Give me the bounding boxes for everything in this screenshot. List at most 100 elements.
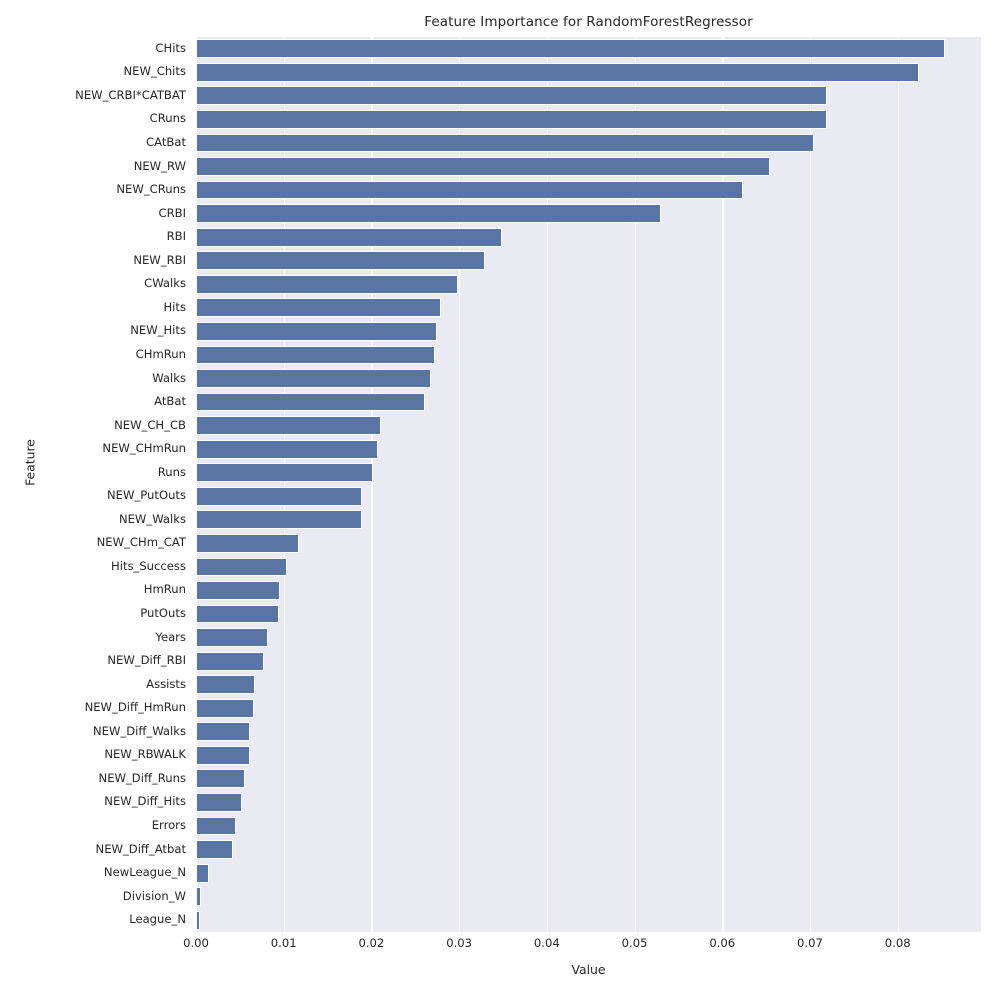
bar-row[interactable] [196, 722, 981, 742]
bar[interactable] [196, 604, 280, 624]
bar-row[interactable] [196, 274, 981, 294]
bar[interactable] [196, 180, 744, 200]
y-axis-tick-label: Walks [152, 370, 186, 385]
y-axis-tick-label: NewLeague_N [103, 865, 186, 880]
bar[interactable] [196, 86, 827, 106]
y-axis-tick-label: CRuns [149, 111, 186, 126]
bar[interactable] [196, 887, 202, 907]
y-axis-tick-label: CRBI [158, 205, 186, 220]
y-axis-tick-label: NEW_CRuns [116, 182, 186, 197]
bar[interactable] [196, 321, 438, 341]
bar-row[interactable] [196, 510, 981, 530]
bar[interactable] [196, 816, 237, 836]
bar[interactable] [196, 557, 288, 577]
bar[interactable] [196, 581, 281, 600]
bar-row[interactable] [196, 887, 981, 907]
bar[interactable] [196, 486, 362, 506]
bar-row[interactable] [196, 745, 981, 765]
bar-row[interactable] [196, 651, 981, 671]
x-axis-title: Value [571, 962, 606, 977]
bar-row[interactable] [196, 675, 981, 695]
bar[interactable] [196, 863, 210, 883]
bar-row[interactable] [196, 840, 981, 859]
bar[interactable] [196, 675, 255, 695]
y-axis-tick-label: NEW_Diff_Atbat [95, 841, 186, 856]
y-axis-tick-label: NEW_Diff_Hits [104, 794, 186, 809]
bar[interactable] [196, 439, 378, 459]
bar-row[interactable] [196, 486, 981, 506]
bar-row[interactable] [196, 39, 981, 59]
bar-row[interactable] [196, 321, 981, 341]
bar-row[interactable] [196, 157, 981, 176]
y-axis-tick-label: CAtBat [146, 134, 186, 149]
bar-row[interactable] [196, 604, 981, 624]
y-axis-tick-label: NEW_CRBI*CATBAT [75, 87, 186, 102]
bar-row[interactable] [196, 204, 981, 224]
bar-row[interactable] [196, 416, 981, 436]
bar-row[interactable] [196, 345, 981, 365]
bar[interactable] [196, 628, 268, 647]
bar[interactable] [196, 62, 919, 82]
bar-series [196, 37, 981, 932]
bar[interactable] [196, 274, 459, 294]
bar-row[interactable] [196, 251, 981, 271]
bar-row[interactable] [196, 557, 981, 577]
bar[interactable] [196, 793, 242, 812]
bar[interactable] [196, 392, 425, 412]
bar-row[interactable] [196, 816, 981, 836]
y-axis-tick-label: NEW_Diff_Walks [93, 723, 186, 738]
y-axis-tick-label: NEW_RBWALK [104, 747, 186, 762]
bar[interactable] [196, 110, 827, 129]
y-axis-tick-label: NEW_Hits [130, 323, 186, 338]
bar[interactable] [196, 745, 251, 765]
bar-row[interactable] [196, 133, 981, 153]
bar[interactable] [196, 651, 265, 671]
x-axis-tick-label: 0.00 [183, 936, 209, 950]
bar-row[interactable] [196, 910, 981, 930]
bar-row[interactable] [196, 369, 981, 388]
bar-row[interactable] [196, 439, 981, 459]
bar[interactable] [196, 227, 503, 247]
bar[interactable] [196, 204, 661, 224]
bar-row[interactable] [196, 62, 981, 82]
bar-row[interactable] [196, 298, 981, 318]
chart-title: Feature Importance for RandomForestRegre… [424, 14, 753, 30]
bar[interactable] [196, 133, 815, 153]
y-axis-tick-label: Errors [151, 818, 186, 832]
bar[interactable] [196, 769, 246, 789]
bar-row[interactable] [196, 769, 981, 789]
bar-row[interactable] [196, 533, 981, 553]
bar[interactable] [196, 698, 254, 718]
bar-row[interactable] [196, 392, 981, 412]
bar-row[interactable] [196, 86, 981, 106]
x-axis-tick-label: 0.03 [446, 936, 473, 950]
bar-row[interactable] [196, 628, 981, 647]
y-axis-tick-label: Assists [146, 676, 186, 691]
bar[interactable] [196, 157, 770, 176]
y-axis-tick-label: PutOuts [140, 606, 186, 621]
bar[interactable] [196, 298, 441, 318]
bar-row[interactable] [196, 110, 981, 129]
bar[interactable] [196, 416, 382, 436]
bar[interactable] [196, 840, 233, 859]
y-axis-tick-label: NEW_Chits [123, 64, 186, 79]
bar[interactable] [196, 910, 200, 930]
bar-row[interactable] [196, 227, 981, 247]
bar[interactable] [196, 722, 251, 742]
bar[interactable] [196, 510, 362, 530]
bar[interactable] [196, 533, 299, 553]
bar-row[interactable] [196, 180, 981, 200]
bar-row[interactable] [196, 581, 981, 600]
bar-row[interactable] [196, 793, 981, 812]
bar[interactable] [196, 345, 435, 365]
bar[interactable] [196, 369, 432, 388]
y-axis-tick-label: CWalks [144, 276, 186, 291]
x-axis-tick-labels: 0.00 0.01 0.02 0.03 0.04 0.05 0.06 0.07 0.08 [183, 936, 981, 958]
bar[interactable] [196, 251, 485, 271]
x-axis-tick-label: 0.08 [884, 936, 911, 950]
bar-row[interactable] [196, 463, 981, 483]
bar[interactable] [196, 39, 946, 59]
bar-row[interactable] [196, 863, 981, 883]
bar-row[interactable] [196, 698, 981, 718]
bar[interactable] [196, 463, 374, 483]
